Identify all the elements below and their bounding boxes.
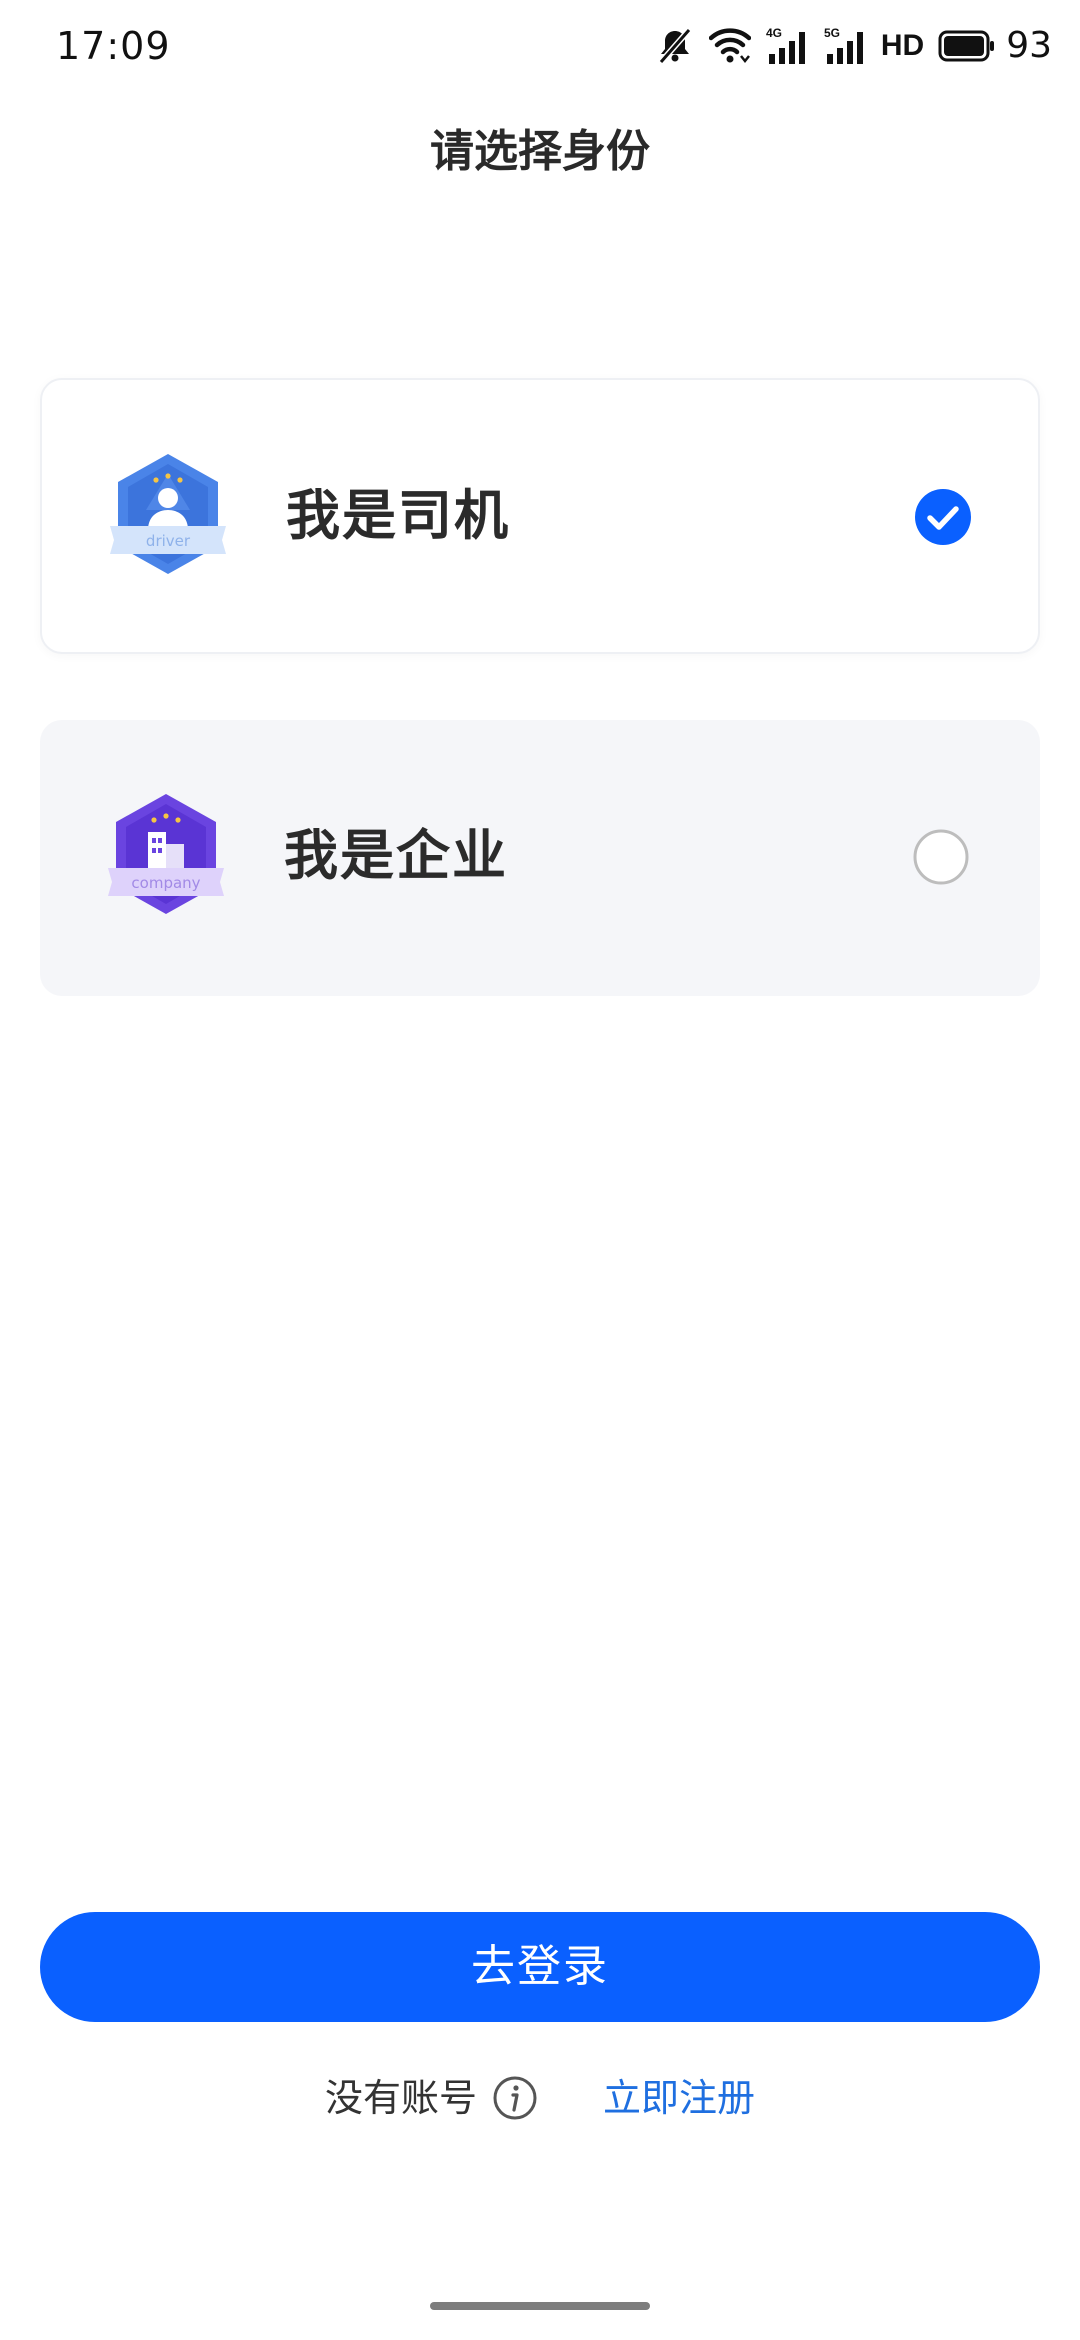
- company-badge-text: company: [131, 874, 200, 892]
- battery-icon: [938, 30, 995, 62]
- driver-badge-text: driver: [146, 532, 191, 550]
- status-time: 17:09: [56, 24, 171, 68]
- info-icon[interactable]: [491, 2074, 539, 2122]
- driver-badge-icon: driver: [110, 454, 226, 574]
- unchecked-radio-icon[interactable]: [912, 828, 970, 886]
- register-row: 没有账号 立即注册: [0, 2066, 1080, 2130]
- status-icons: 4G 5G HD 93: [655, 22, 1052, 70]
- role-option-driver[interactable]: driver 我是司机: [40, 378, 1040, 654]
- home-indicator[interactable]: [430, 2302, 650, 2310]
- signal-4g-icon: 4G: [766, 26, 805, 64]
- signal-4g-label: 4G: [766, 26, 782, 40]
- mute-icon: [658, 28, 692, 64]
- wifi-icon: [708, 28, 751, 64]
- battery-percent: 93: [1006, 25, 1052, 66]
- signal-5g-label: 5G: [824, 26, 840, 40]
- signal-5g-icon: 5G: [824, 26, 863, 64]
- role-option-company[interactable]: company 我是企业: [40, 720, 1040, 996]
- role-label-driver: 我是司机: [286, 484, 510, 547]
- role-label-company: 我是企业: [284, 824, 508, 887]
- hd-label: HD: [880, 29, 925, 62]
- login-button[interactable]: 去登录: [40, 1912, 1040, 2022]
- page-title: 请选择身份: [430, 126, 650, 177]
- status-bar: 17:09 4G 5G HD 93: [0, 0, 1080, 96]
- company-badge-icon: company: [108, 794, 224, 914]
- register-link[interactable]: 立即注册: [603, 2066, 755, 2130]
- checked-radio-icon[interactable]: [914, 488, 972, 546]
- no-account-text: 没有账号: [324, 2076, 477, 2120]
